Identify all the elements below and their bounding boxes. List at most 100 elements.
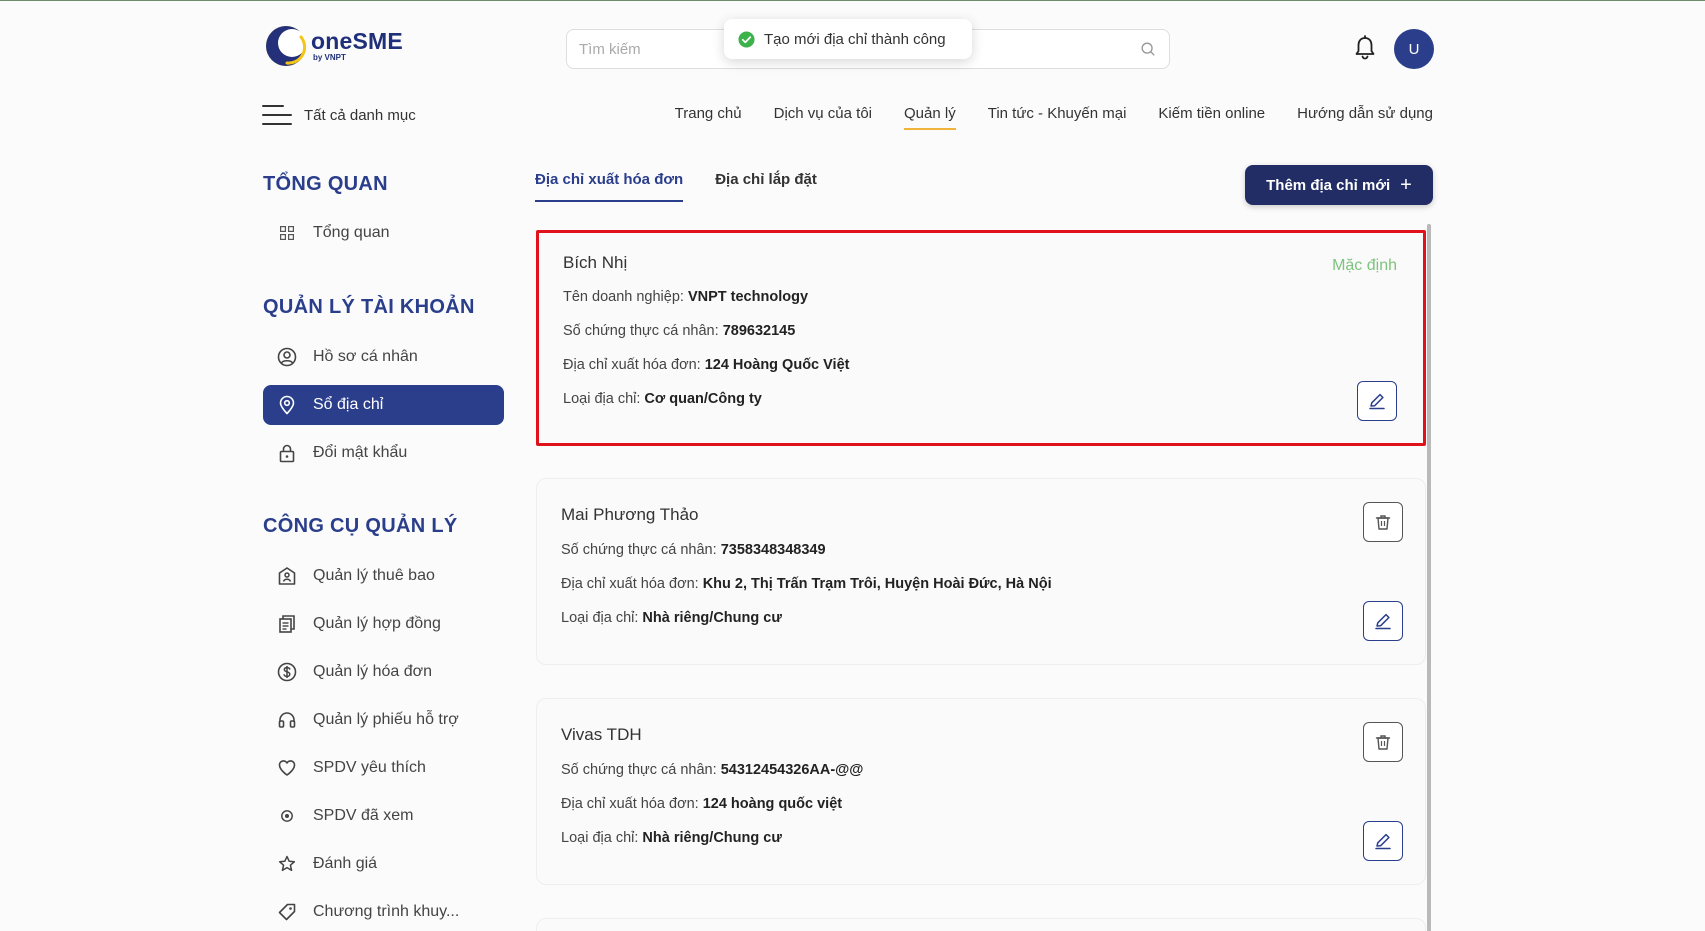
check-circle-icon bbox=[738, 30, 755, 48]
id-label: Số chứng thực cá nhân: bbox=[561, 762, 721, 778]
tag-icon bbox=[278, 903, 296, 921]
eye-icon bbox=[281, 810, 293, 822]
sidebar-item-address-book[interactable]: Sổ địa chỉ bbox=[263, 385, 504, 425]
logo-moon-icon bbox=[265, 25, 307, 67]
sidebar-item-contracts[interactable]: Quản lý hợp đồng bbox=[263, 604, 504, 644]
search-icon[interactable] bbox=[1139, 40, 1157, 58]
address-type-label: Loại địa chỉ: bbox=[561, 610, 643, 626]
address-card bbox=[536, 918, 1426, 931]
all-categories-menu[interactable]: Tất cả danh mục bbox=[262, 105, 416, 125]
card-id-row: Số chứng thực cá nhân: 7358348348349 bbox=[561, 542, 826, 558]
sidebar-item-profile[interactable]: Hồ sơ cá nhân bbox=[263, 337, 504, 377]
user-circle-icon bbox=[277, 347, 297, 367]
onesme-logo[interactable]: oneSME by VNPT bbox=[265, 25, 425, 67]
logo-sub: by VNPT bbox=[313, 53, 346, 62]
sidebar-item-label: SPDV yêu thích bbox=[313, 759, 426, 776]
sidebar-item-favorites[interactable]: SPDV yêu thích bbox=[263, 748, 504, 788]
logo-name: oneSME bbox=[311, 28, 403, 54]
pencil-icon bbox=[1375, 613, 1391, 630]
all-categories-label: Tất cả danh mục bbox=[304, 106, 416, 124]
invoice-address-value: Khu 2, Thị Trấn Trạm Trôi, Huyện Hoài Đứ… bbox=[702, 576, 1052, 592]
sidebar-item-subscriptions[interactable]: Quản lý thuê bao bbox=[263, 556, 504, 596]
company-label: Tên doanh nghiệp: bbox=[563, 289, 688, 305]
id-label: Số chứng thực cá nhân: bbox=[561, 542, 721, 558]
edit-button[interactable] bbox=[1357, 381, 1397, 421]
card-address-row: Địa chỉ xuất hóa đơn: 124 Hoàng Quốc Việ… bbox=[563, 357, 849, 373]
nav-earn-online[interactable]: Kiếm tiền online bbox=[1158, 105, 1265, 130]
nav-user-guide[interactable]: Hướng dẫn sử dụng bbox=[1297, 105, 1433, 130]
sidebar-item-change-password[interactable]: Đổi mật khẩu bbox=[263, 433, 504, 473]
sidebar-item-label: Quản lý thuê bao bbox=[313, 567, 435, 584]
company-value: VNPT technology bbox=[687, 289, 809, 305]
nav-my-services[interactable]: Dịch vụ của tôi bbox=[774, 105, 872, 130]
invoice-address-label: Địa chỉ xuất hóa đơn: bbox=[561, 796, 703, 812]
card-type-row: Loại địa chỉ: Nhà riêng/Chung cư bbox=[561, 610, 782, 626]
card-address-row: Địa chỉ xuất hóa đơn: 124 hoàng quốc việ… bbox=[561, 796, 842, 812]
address-type-label: Loại địa chỉ: bbox=[561, 830, 643, 846]
toast-message: Tạo mới địa chỉ thành công bbox=[764, 30, 946, 48]
sidebar-item-reviews[interactable]: Đánh giá bbox=[263, 844, 504, 884]
address-card: Mai Phương Thảo Số chứng thực cá nhân: 7… bbox=[536, 478, 1426, 665]
sidebar-item-viewed[interactable]: SPDV đã xem bbox=[263, 796, 504, 836]
sidebar-item-label: Đánh giá bbox=[313, 855, 378, 872]
card-name: Vivas TDH bbox=[561, 725, 642, 744]
documents-icon bbox=[279, 615, 295, 633]
edit-button[interactable] bbox=[1363, 821, 1403, 861]
address-type-value: Cơ quan/Công ty bbox=[644, 391, 762, 407]
sidebar-item-support-tickets[interactable]: Quản lý phiếu hỗ trợ bbox=[263, 700, 504, 740]
plus-icon: + bbox=[1400, 174, 1412, 196]
sidebar-item-label: Đổi mật khẩu bbox=[313, 444, 408, 461]
invoice-address-value: 124 Hoàng Quốc Việt bbox=[704, 357, 850, 373]
address-type-value: Nhà riêng/Chung cư bbox=[642, 830, 782, 846]
sidebar-item-label: Tổng quan bbox=[313, 224, 390, 241]
sidebar-item-label: Quản lý phiếu hỗ trợ bbox=[313, 711, 459, 728]
add-address-label: Thêm địa chỉ mới bbox=[1266, 176, 1391, 194]
delete-button[interactable] bbox=[1363, 722, 1403, 762]
address-card: Vivas TDH Số chứng thực cá nhân: 5431245… bbox=[536, 698, 1426, 885]
id-value: 54312454326AA-@@ bbox=[720, 762, 864, 778]
add-address-button[interactable]: Thêm địa chỉ mới + bbox=[1245, 165, 1433, 205]
invoice-address-label: Địa chỉ xuất hóa đơn: bbox=[563, 357, 705, 373]
edit-button[interactable] bbox=[1363, 601, 1403, 641]
invoice-address-label: Địa chỉ xuất hóa đơn: bbox=[561, 576, 703, 592]
user-avatar[interactable]: U bbox=[1394, 29, 1434, 69]
sidebar-item-label: Quản lý hóa đơn bbox=[313, 663, 433, 680]
account-section-title: QUẢN LÝ TÀI KHOẢN bbox=[263, 296, 475, 318]
delete-button[interactable] bbox=[1363, 502, 1403, 542]
sidebar-item-overview[interactable]: Tổng quan bbox=[263, 213, 504, 253]
card-type-row: Loại địa chỉ: Nhà riêng/Chung cư bbox=[561, 830, 782, 846]
pencil-icon bbox=[1375, 833, 1391, 850]
invoice-address-value: 124 hoàng quốc việt bbox=[702, 796, 843, 812]
id-value: 789632145 bbox=[722, 323, 796, 339]
nav-news-promotions[interactable]: Tin tức - Khuyến mại bbox=[988, 105, 1127, 130]
trash-icon bbox=[1375, 515, 1391, 530]
notification-bell-icon[interactable] bbox=[1353, 35, 1377, 61]
address-type-label: Loại địa chỉ: bbox=[563, 391, 645, 407]
id-label: Số chứng thực cá nhân: bbox=[563, 323, 723, 339]
default-badge: Mặc định bbox=[1332, 257, 1397, 274]
sidebar-item-label: Chương trình khuy... bbox=[313, 903, 460, 920]
success-toast: Tạo mới địa chỉ thành công bbox=[724, 19, 972, 59]
heart-icon bbox=[278, 760, 296, 776]
tab-invoice-address[interactable]: Địa chỉ xuất hóa đơn bbox=[535, 171, 684, 202]
building-user-icon bbox=[278, 567, 296, 585]
overview-section-title: TỔNG QUAN bbox=[263, 173, 388, 195]
card-company-row: Tên doanh nghiệp: VNPT technology bbox=[563, 289, 808, 305]
sidebar-item-label: SPDV đã xem bbox=[313, 807, 414, 824]
nav-management[interactable]: Quản lý bbox=[904, 105, 956, 130]
sidebar-item-promotions[interactable]: Chương trình khuy... bbox=[263, 892, 504, 931]
card-address-row: Địa chỉ xuất hóa đơn: Khu 2, Thị Trấn Tr… bbox=[561, 576, 1052, 592]
hamburger-menu-icon bbox=[262, 105, 292, 125]
sidebar-item-invoices[interactable]: Quản lý hóa đơn bbox=[263, 652, 504, 692]
address-tabs: Địa chỉ xuất hóa đơn Địa chỉ lắp đặt bbox=[535, 171, 817, 202]
scrollbar-thumb[interactable] bbox=[1427, 224, 1431, 931]
address-card: Bích Nhị Mặc định Tên doanh nghiệp: VNPT… bbox=[536, 230, 1426, 446]
star-icon bbox=[278, 855, 296, 872]
card-id-row: Số chứng thực cá nhân: 789632145 bbox=[563, 323, 795, 339]
nav-home[interactable]: Trang chủ bbox=[675, 105, 742, 130]
headset-icon bbox=[278, 712, 296, 728]
tab-installation-address[interactable]: Địa chỉ lắp đặt bbox=[715, 171, 817, 202]
card-name: Mai Phương Thảo bbox=[561, 505, 699, 524]
top-navigation: Trang chủ Dịch vụ của tôi Quản lý Tin tứ… bbox=[675, 105, 1433, 130]
lock-icon bbox=[279, 444, 295, 463]
